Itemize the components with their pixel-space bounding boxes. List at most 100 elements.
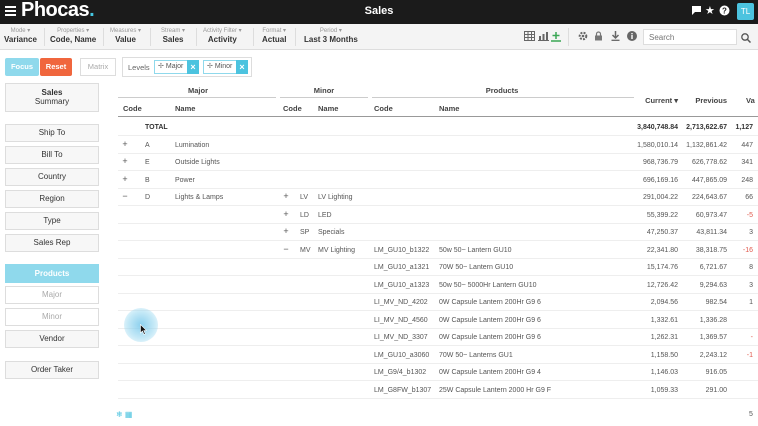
product-code-cell: LM_G9/4_b1302 bbox=[374, 369, 427, 376]
variance-value-cell: 1,127 bbox=[735, 124, 753, 131]
nav-item-region[interactable]: Region bbox=[5, 190, 99, 208]
expand-icon[interactable]: + bbox=[282, 192, 290, 201]
variance-value-cell: 66 bbox=[745, 194, 753, 201]
expand-icon[interactable]: + bbox=[121, 139, 129, 149]
add-view-icon[interactable] bbox=[551, 31, 561, 45]
column-header-variance[interactable]: Va bbox=[746, 96, 755, 105]
expand-icon[interactable]: + bbox=[282, 209, 290, 219]
info-icon[interactable] bbox=[627, 31, 637, 44]
current-value-cell: 1,146.03 bbox=[650, 369, 678, 376]
expand-icon[interactable]: + bbox=[121, 157, 129, 166]
current-value-cell: 1,262.31 bbox=[650, 334, 678, 341]
gear-icon[interactable] bbox=[578, 31, 588, 44]
minor-code-cell: MV bbox=[300, 246, 311, 254]
search-input[interactable] bbox=[643, 29, 737, 45]
nav-subitem-minor[interactable]: Minor bbox=[5, 308, 99, 326]
nav-item-products[interactable]: Products bbox=[5, 264, 99, 283]
variance-value-cell: -5 bbox=[746, 211, 753, 219]
sales-summary-button[interactable]: Sales Summary bbox=[5, 83, 99, 112]
toolbar: Mode ▾ Variance Properties ▾ Code, Name … bbox=[0, 24, 758, 50]
previous-value-cell: 1,132,861.42 bbox=[686, 141, 727, 149]
period-selector[interactable]: Period ▾ Last 3 Months bbox=[304, 27, 358, 44]
grid-view-icon[interactable] bbox=[524, 31, 535, 44]
product-name-cell: 50w 50~ Lantern GU10 bbox=[439, 246, 512, 254]
close-icon[interactable]: × bbox=[187, 60, 199, 74]
level-chip-minor[interactable]: ✢ Minor × bbox=[203, 60, 248, 74]
current-value-cell: 291,004.22 bbox=[642, 194, 678, 201]
column-header-product-name[interactable]: Name bbox=[439, 104, 459, 113]
row-divider bbox=[118, 345, 758, 346]
measures-selector[interactable]: Measures ▾ Value bbox=[110, 27, 141, 44]
focus-button[interactable]: Focus bbox=[5, 58, 39, 76]
column-header-major-name[interactable]: Name bbox=[175, 104, 195, 113]
current-value-cell: 47,250.37 bbox=[646, 229, 678, 236]
level-chip-major[interactable]: ✢ Major × bbox=[154, 60, 199, 74]
matrix-button[interactable]: Matrix bbox=[80, 58, 116, 76]
freeze-icon[interactable]: ❄ ▦ bbox=[116, 410, 132, 419]
nav-item-bill-to[interactable]: Bill To bbox=[5, 146, 99, 164]
expand-icon[interactable]: + bbox=[282, 227, 290, 236]
reset-button[interactable]: Reset bbox=[40, 58, 72, 76]
expand-icon[interactable]: + bbox=[121, 174, 129, 184]
mouse-cursor-icon bbox=[140, 322, 148, 335]
collapse-icon[interactable]: − bbox=[121, 192, 129, 201]
group-underline bbox=[280, 97, 368, 98]
format-selector[interactable]: Format ▾ Actual bbox=[262, 27, 286, 44]
nav-item-order-taker[interactable]: Order Taker bbox=[5, 361, 99, 379]
help-icon[interactable]: ? bbox=[719, 5, 730, 19]
nav-subitem-vendor[interactable]: Vendor bbox=[5, 330, 99, 348]
product-name-cell: 50w 50~ 5000Hr Lantern GU10 bbox=[439, 281, 537, 289]
move-icon: ✢ bbox=[158, 63, 164, 70]
product-code-cell: LI_MV_ND_4560 bbox=[374, 316, 428, 324]
minor-name-cell: Specials bbox=[318, 229, 345, 236]
variance-value-cell: 3 bbox=[749, 281, 753, 289]
row-divider bbox=[118, 205, 758, 206]
toolbar-divider bbox=[196, 28, 197, 46]
column-header-product-code[interactable]: Code bbox=[374, 104, 393, 113]
nav-subitem-major[interactable]: Major bbox=[5, 286, 99, 304]
product-code-cell: LM_GU10_a1321 bbox=[374, 264, 430, 271]
current-value-cell: 3,840,748.84 bbox=[637, 124, 678, 131]
activity-filter-selector[interactable]: Activity Filter ▾ Activity bbox=[203, 27, 242, 44]
column-header-minor-name[interactable]: Name bbox=[318, 104, 338, 113]
star-icon[interactable]: ★ bbox=[705, 5, 715, 17]
toolbar-divider bbox=[253, 28, 254, 46]
nav-item-type[interactable]: Type bbox=[5, 212, 99, 230]
product-code-cell: LI_MV_ND_4202 bbox=[374, 299, 428, 306]
row-divider bbox=[118, 292, 758, 294]
column-header-minor-code[interactable]: Code bbox=[283, 104, 302, 113]
previous-value-cell: 1,369.57 bbox=[699, 334, 727, 341]
product-name-cell: 0W Capsule Lantern 200Hr G9 6 bbox=[439, 299, 541, 306]
top-bar: Phocas. Sales ★ ? TL bbox=[0, 0, 758, 24]
properties-selector[interactable]: Properties ▾ Code, Name bbox=[50, 27, 96, 44]
levels-selector: Levels ✢ Major × ✢ Minor × bbox=[122, 57, 252, 77]
previous-value-cell: 447,865.09 bbox=[691, 176, 727, 184]
major-code-cell: B bbox=[145, 176, 150, 184]
mode-selector[interactable]: Mode ▾ Variance bbox=[4, 27, 37, 44]
current-value-cell: 1,158.50 bbox=[650, 351, 678, 359]
row-divider bbox=[118, 310, 758, 311]
download-icon[interactable] bbox=[611, 31, 620, 44]
lock-icon[interactable] bbox=[594, 31, 603, 44]
column-header-major-code[interactable]: Code bbox=[123, 104, 142, 113]
column-header-current[interactable]: Current ▾ bbox=[630, 96, 678, 105]
column-header-previous[interactable]: Previous bbox=[690, 96, 727, 105]
previous-value-cell: 2,713,622.67 bbox=[686, 124, 727, 131]
search-icon[interactable] bbox=[741, 30, 752, 44]
collapse-icon[interactable]: − bbox=[282, 244, 290, 254]
minor-code-cell: SP bbox=[300, 229, 310, 236]
major-code-cell: TOTAL bbox=[145, 124, 168, 131]
previous-value-cell: 9,294.63 bbox=[699, 281, 727, 289]
close-icon[interactable]: × bbox=[236, 60, 248, 74]
major-name-cell: Lights & Lamps bbox=[175, 194, 224, 201]
nav-item-country[interactable]: Country bbox=[5, 168, 99, 186]
row-divider bbox=[118, 257, 758, 259]
nav-item-ship-to[interactable]: Ship To bbox=[5, 124, 99, 142]
major-name-cell: Lumination bbox=[175, 141, 210, 149]
nav-item-sales-rep[interactable]: Sales Rep bbox=[5, 234, 99, 252]
chart-view-icon[interactable] bbox=[538, 31, 549, 44]
user-avatar[interactable]: TL bbox=[737, 3, 754, 20]
chat-icon[interactable] bbox=[691, 5, 702, 19]
major-name-cell: Outside Lights bbox=[175, 159, 220, 166]
stream-selector[interactable]: Stream ▾ Sales bbox=[161, 27, 185, 44]
